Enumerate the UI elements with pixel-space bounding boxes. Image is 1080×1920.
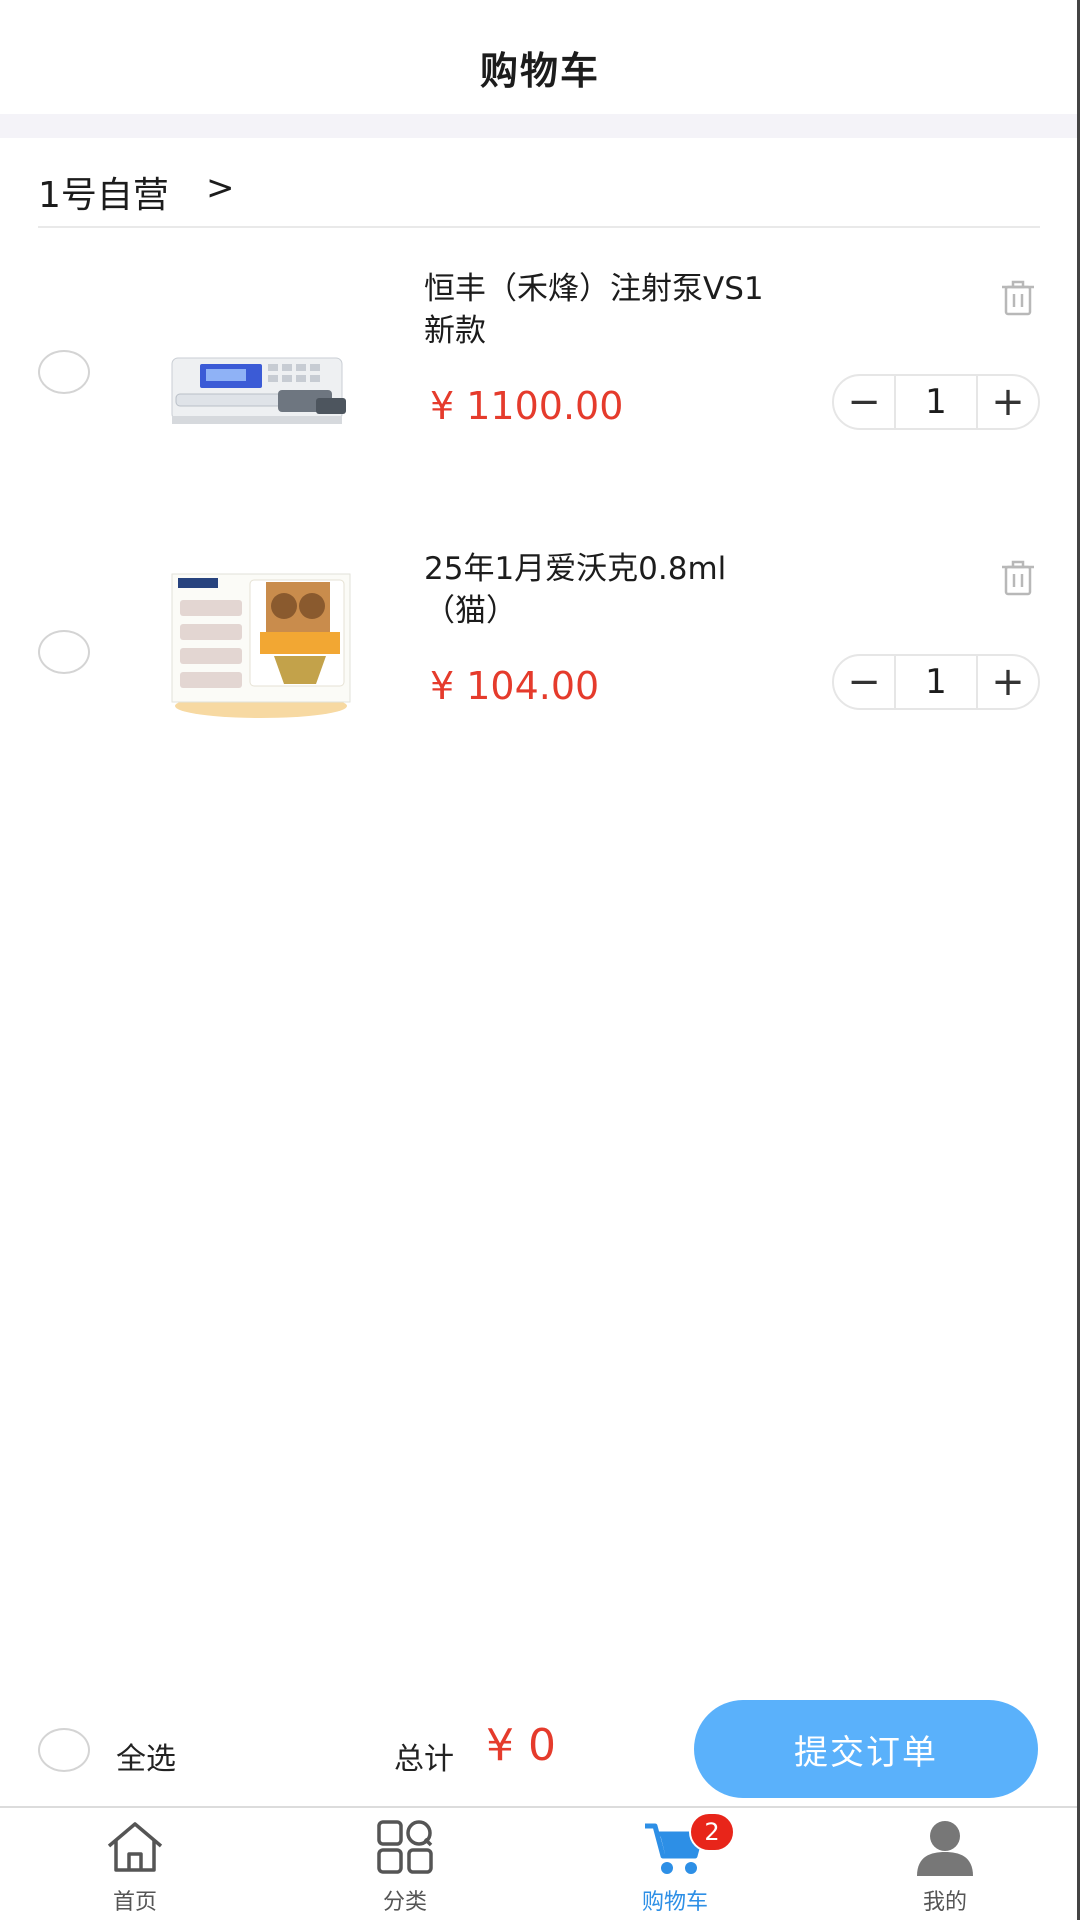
cat-medicine-box-image[interactable] — [166, 566, 356, 720]
tab-label[interactable]: 我的 — [810, 1884, 1080, 1916]
product-price: ¥ 1100.00 — [430, 384, 624, 428]
total-value: ¥ 0 — [486, 1720, 556, 1771]
cart-item: 恒丰（禾烽）注射泵VS1 新款 ¥ 1100.00 − 1 + — [0, 258, 1080, 488]
cart-count-badge: 2 — [689, 1812, 735, 1852]
decrease-button[interactable]: − — [834, 376, 894, 428]
product-name-line2[interactable]: （猫） — [424, 590, 864, 632]
section-divider — [0, 114, 1080, 138]
quantity-stepper[interactable]: − 1 + — [832, 374, 1040, 430]
home-icon[interactable] — [103, 1818, 167, 1878]
select-all-label[interactable]: 全选 — [116, 1734, 176, 1778]
store-name[interactable]: 1号自营 — [38, 166, 169, 218]
tab-profile[interactable]: 我的 — [810, 1810, 1080, 1920]
tab-cart[interactable]: 2 购物车 — [540, 1810, 810, 1920]
product-name[interactable]: 25年1月爱沃克0.8ml （猫） — [424, 548, 864, 632]
store-header[interactable]: 1号自营 > — [38, 140, 1040, 228]
checkout-bar: 全选 总计 ¥ 0 提交订单 — [0, 1690, 1080, 1808]
item-select-radio[interactable] — [38, 350, 90, 394]
tab-label[interactable]: 首页 — [0, 1884, 270, 1916]
trash-icon[interactable] — [998, 558, 1038, 598]
trash-icon[interactable] — [998, 278, 1038, 318]
bottom-tab-bar: 首页 分类 2 购物车 我的 — [0, 1810, 1080, 1920]
tab-category[interactable]: 分类 — [270, 1810, 540, 1920]
submit-order-button[interactable]: 提交订单 — [694, 1700, 1038, 1798]
category-icon[interactable] — [373, 1818, 437, 1878]
quantity-value[interactable]: 1 — [894, 656, 978, 708]
total-label: 总计 — [394, 1742, 454, 1777]
tab-label[interactable]: 分类 — [270, 1884, 540, 1916]
page-title: 购物车 — [479, 49, 600, 93]
tab-label[interactable]: 购物车 — [540, 1884, 810, 1916]
select-all-radio[interactable] — [38, 1728, 90, 1772]
tab-home[interactable]: 首页 — [0, 1810, 270, 1920]
cart-item: 25年1月爱沃克0.8ml （猫） ¥ 104.00 − 1 + — [0, 538, 1080, 768]
chevron-right-icon[interactable]: > — [206, 168, 235, 208]
product-name-line1[interactable]: 25年1月爱沃克0.8ml — [424, 548, 864, 590]
decrease-button[interactable]: − — [834, 656, 894, 708]
product-name[interactable]: 恒丰（禾烽）注射泵VS1 新款 — [424, 268, 864, 352]
item-select-radio[interactable] — [38, 630, 90, 674]
user-icon[interactable] — [913, 1818, 977, 1878]
syringe-pump-image[interactable] — [166, 298, 356, 452]
increase-button[interactable]: + — [978, 376, 1038, 428]
product-price: ¥ 104.00 — [430, 664, 600, 708]
product-name-line2[interactable]: 新款 — [424, 310, 864, 352]
quantity-stepper[interactable]: − 1 + — [832, 654, 1040, 710]
title-bar: 购物车 — [0, 0, 1080, 114]
increase-button[interactable]: + — [978, 656, 1038, 708]
quantity-value[interactable]: 1 — [894, 376, 978, 428]
product-name-line1[interactable]: 恒丰（禾烽）注射泵VS1 — [424, 268, 864, 310]
